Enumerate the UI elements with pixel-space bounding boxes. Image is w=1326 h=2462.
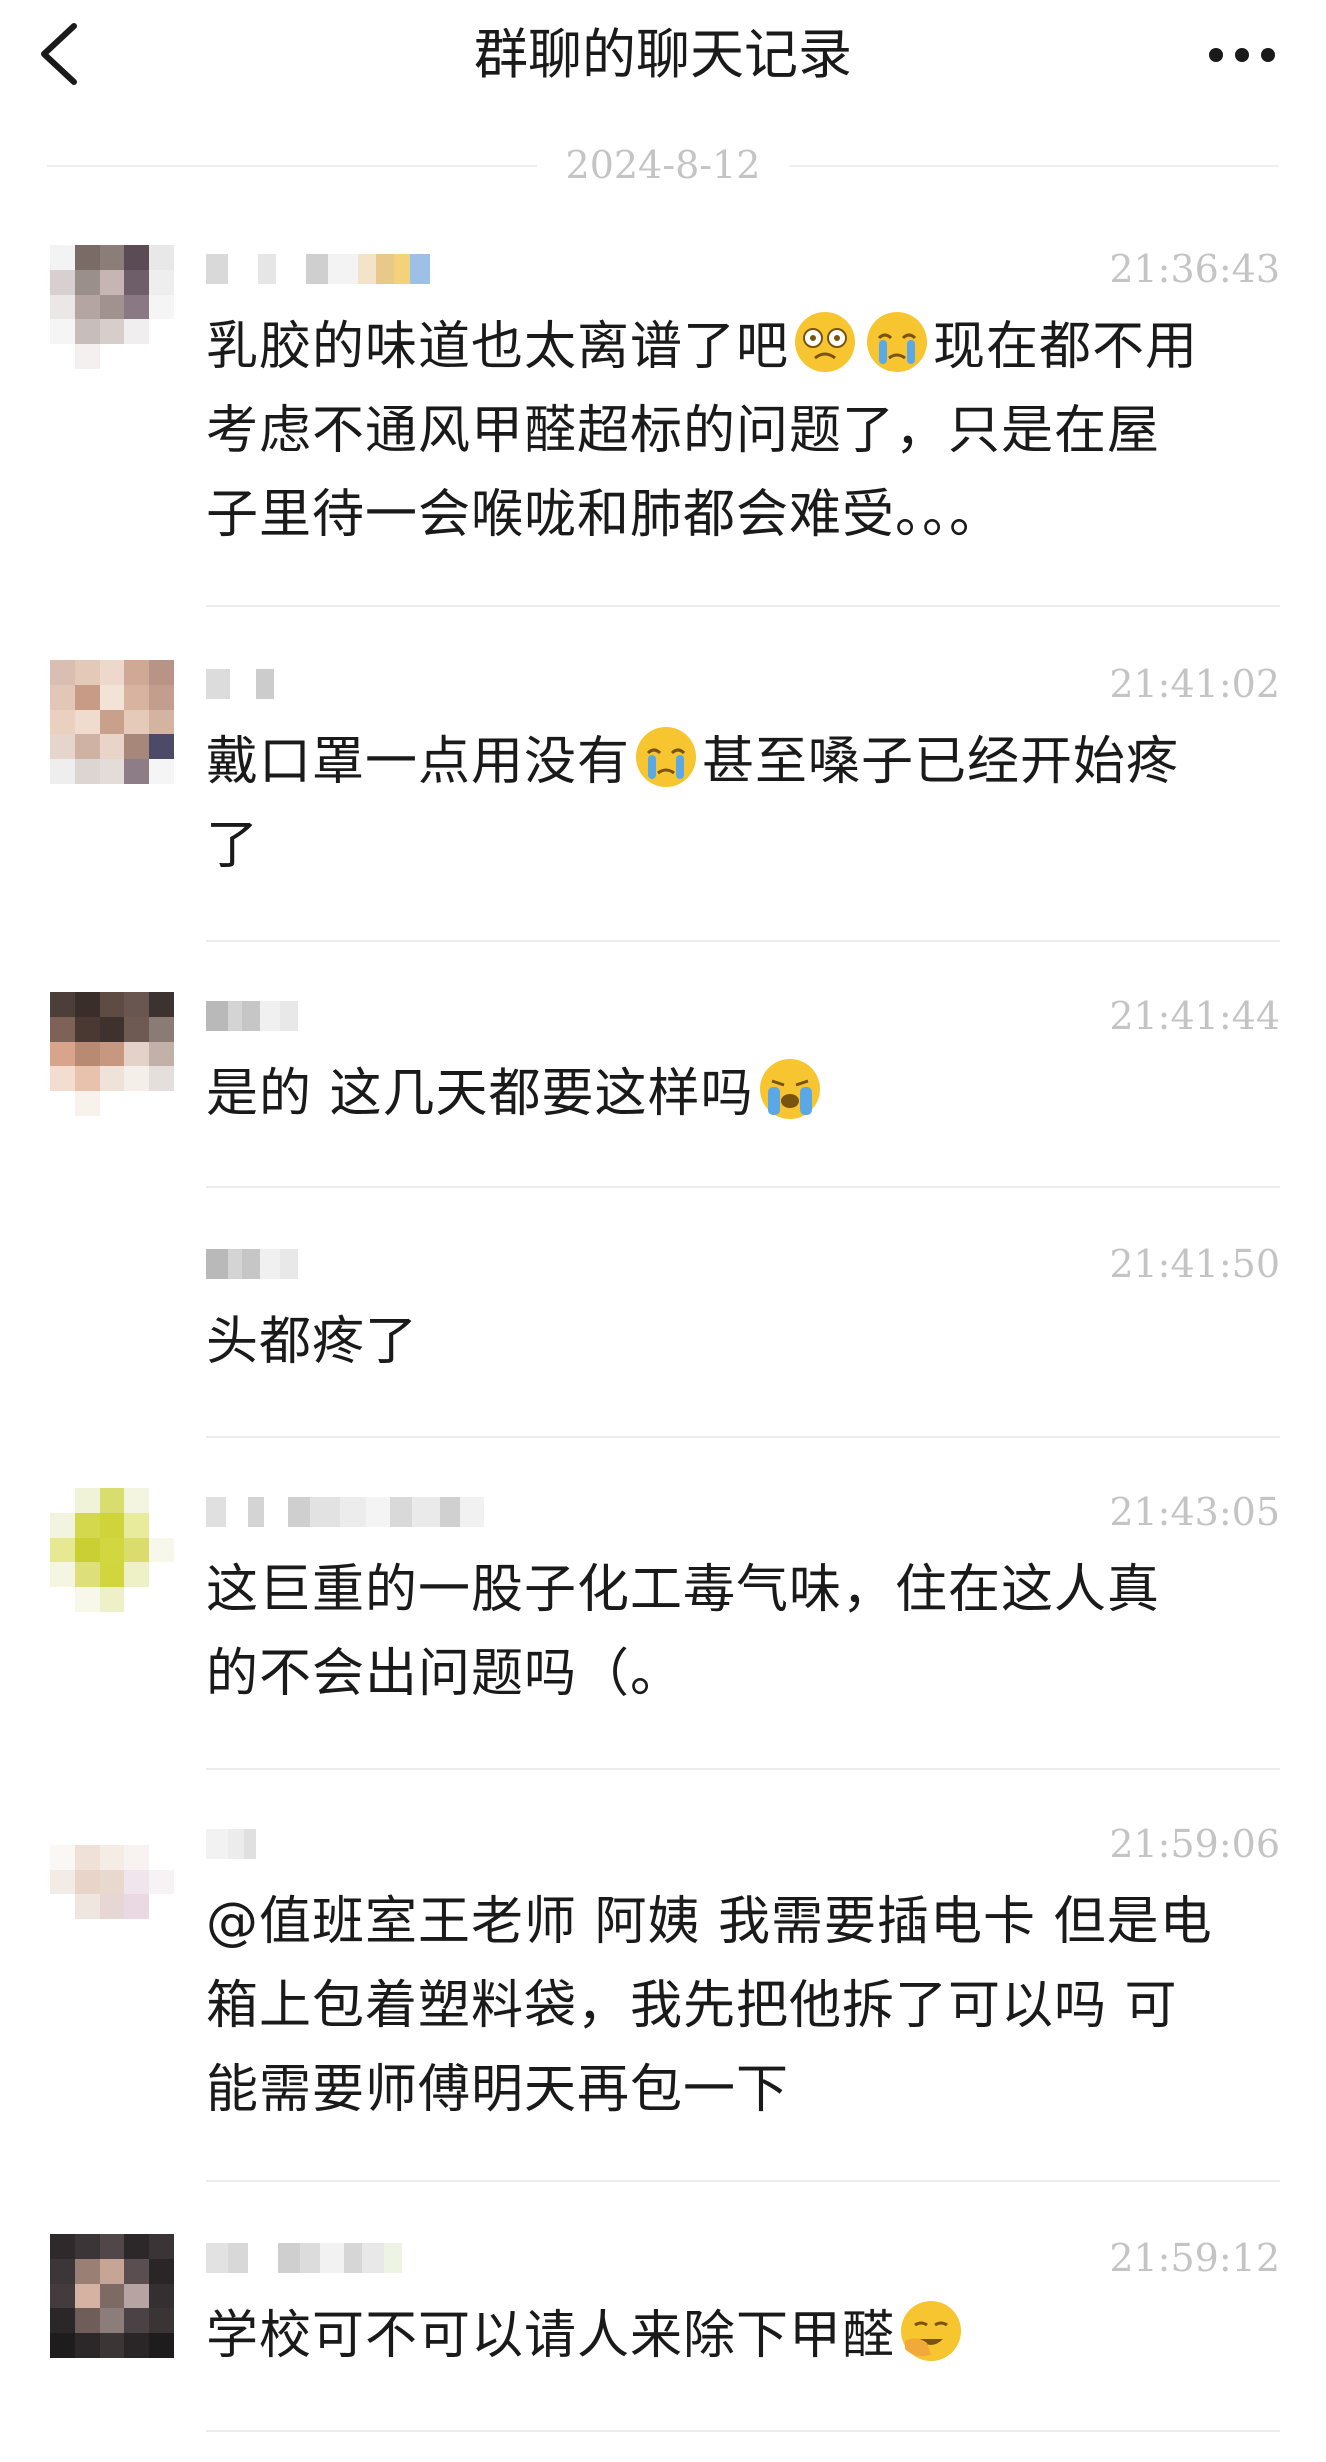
message-line: 现在都不用 [933, 317, 1199, 377]
message-divider [206, 2180, 1280, 2182]
message-line: 能需要师傅明天再包一下 [206, 2060, 790, 2120]
message-line: 头都疼了 [206, 1312, 419, 1372]
sender-name-blurred [206, 1824, 256, 1864]
dizzy-face-icon [795, 312, 856, 372]
message-time: 21:41:44 [1109, 994, 1280, 1038]
message-line: 的不会出问题吗（。 [206, 1644, 684, 1704]
face-palm-icon [901, 2301, 962, 2361]
more-options-button[interactable] [1202, 30, 1282, 80]
message-line: 这巨重的一股子化工毒气味，住在这人真 [206, 1560, 1161, 1620]
message-line: 戴口罩一点用没有 [206, 732, 631, 792]
message-time: 21:41:02 [1109, 662, 1280, 706]
avatar[interactable] [50, 1820, 174, 1944]
message-line: 了 [206, 816, 260, 876]
message-line: 考虑不通风甲醛超标的问题了，只是在屋 [206, 401, 1161, 461]
message-time: 21:43:05 [1109, 1490, 1280, 1534]
sender-name-blurred [206, 996, 298, 1036]
message-line: 是的 这几天都要这样吗 [206, 1064, 754, 1124]
message-divider [206, 1768, 1280, 1770]
crying-face-icon [636, 727, 697, 787]
sender-name-blurred [206, 249, 430, 289]
message-text: 这巨重的一股子化工毒气味，住在这人真 的不会出问题吗（。 [206, 1548, 1286, 1716]
sender-name-blurred [206, 664, 274, 704]
divider-line [789, 165, 1279, 167]
message-time: 21:36:43 [1109, 247, 1280, 291]
message-divider [206, 1186, 1280, 1188]
message-time: 21:41:50 [1109, 1242, 1280, 1286]
message-line: 子里待一会喉咙和肺都会难受。。。 [206, 485, 1003, 545]
sender-name-blurred [206, 1244, 298, 1284]
avatar[interactable] [50, 245, 174, 369]
message-line: 乳胶的味道也太离谱了吧 [206, 317, 790, 377]
message-text: 是的 这几天都要这样吗 [206, 1052, 1286, 1136]
message-time: 21:59:06 [1109, 1822, 1280, 1866]
message-line: @值班室王老师 阿姨 我需要插电卡 但是电 [206, 1892, 1213, 1952]
message-text: 乳胶的味道也太离谱了吧 现在都不用 考虑不通风甲醛超标的问题了，只是在屋 子里待一… [206, 305, 1286, 557]
avatar[interactable] [50, 992, 174, 1116]
sender-name-blurred [206, 1492, 484, 1532]
nav-header: 群聊的聊天记录 [0, 0, 1326, 110]
message-text: 戴口罩一点用没有 甚至嗓子已经开始疼 了 [206, 720, 1286, 888]
page-title: 群聊的聊天记录 [474, 23, 852, 86]
more-dots-icon [1209, 48, 1275, 62]
sender-name-blurred [206, 2238, 402, 2278]
loudly-crying-face-icon [759, 1059, 820, 1119]
message-text: @值班室王老师 阿姨 我需要插电卡 但是电 箱上包着塑料袋，我先把他拆了可以吗 … [206, 1880, 1286, 2132]
message-line: 学校可不可以请人来除下甲醛 [206, 2306, 896, 2366]
message-text: 头都疼了 [206, 1300, 1286, 1384]
message-time: 21:59:12 [1109, 2236, 1280, 2280]
avatar[interactable] [50, 660, 174, 784]
avatar[interactable] [50, 2234, 174, 2358]
message-text: 学校可不可以请人来除下甲醛 [206, 2294, 1286, 2378]
message-divider [206, 2430, 1280, 2432]
message-divider [206, 940, 1280, 942]
message-line: 甚至嗓子已经开始疼 [702, 732, 1180, 792]
message-divider [206, 605, 1280, 607]
message-divider [206, 1436, 1280, 1438]
message-line: 箱上包着塑料袋，我先把他拆了可以吗 可 [206, 1976, 1178, 2036]
crying-face-icon [867, 312, 928, 372]
date-divider: 2024-8-12 [47, 140, 1279, 190]
avatar[interactable] [50, 1488, 174, 1612]
